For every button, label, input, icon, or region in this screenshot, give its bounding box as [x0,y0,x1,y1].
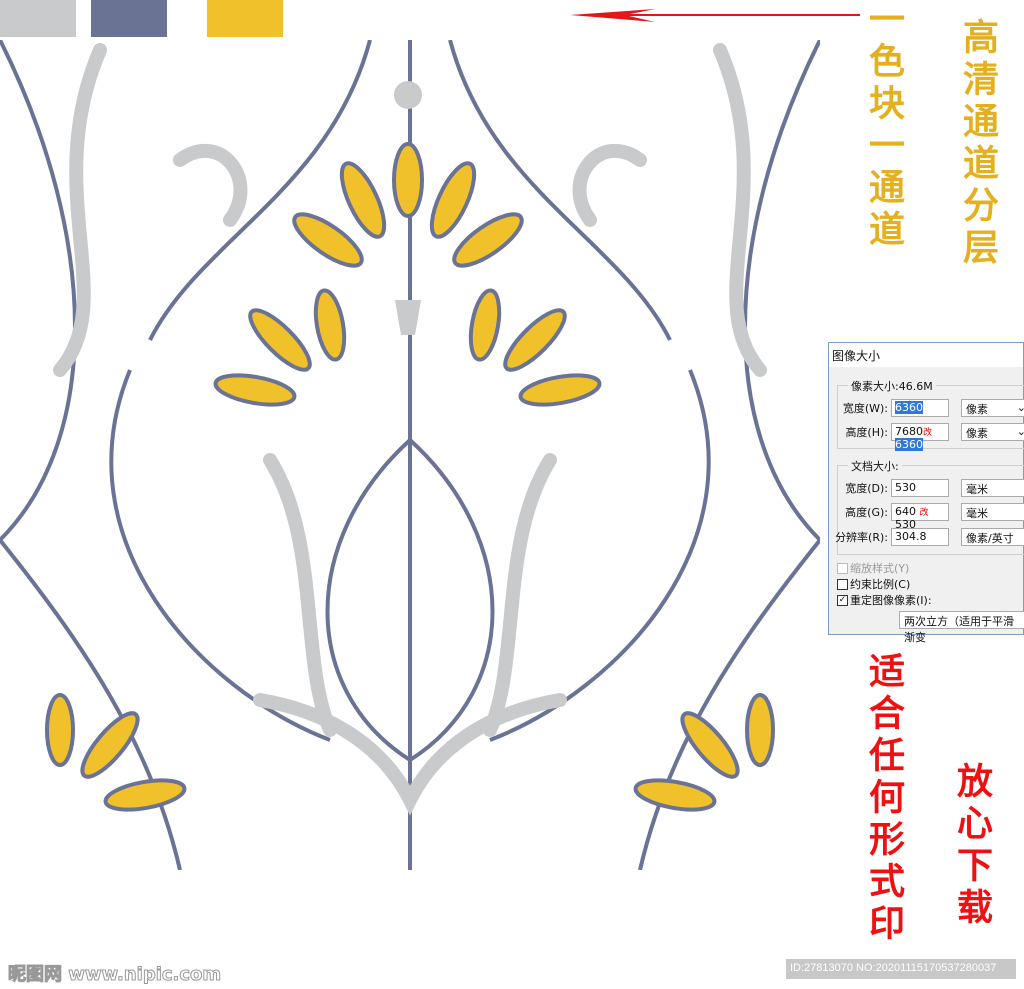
doc-width-unit-select[interactable]: 毫米 [961,479,1024,497]
slate-swatch [91,0,167,37]
width-input[interactable]: 6360 [891,399,949,417]
height-label: 高度(H): [845,426,888,439]
dialog-title: 图像大小 [829,343,1023,367]
watermark: 昵图网 www.nipic.com [7,964,222,986]
arrow-left-icon [570,9,860,22]
scale-styles-checkbox[interactable]: 缩放样式(Y) [837,560,909,576]
height-input[interactable]: 7680改6360 [891,423,949,451]
height-unit-select[interactable]: 像素 ⌄ [961,423,1024,441]
yellow-swatch [207,0,283,37]
doc-width-label: 宽度(D): [845,482,888,495]
doc-height-input[interactable]: 640 改 530 [891,503,949,531]
doc-group-label: 文档大小: [848,458,902,474]
pixel-group-label: 像素大小:46.6M [848,378,936,394]
doc-height-unit-select[interactable]: 毫米 [961,503,1024,521]
resample-checkbox[interactable]: ✓ 重定图像像素(I): [837,592,932,608]
image-id-bar: ID:27813070 NO:20201115170537280037 [786,959,1016,979]
image-size-dialog: 图像大小 像素大小:46.6M 宽度(W): 6360 像素 ⌄ 高度(H): … [828,342,1024,644]
resolution-unit-select[interactable]: 像素/英寸 [961,528,1024,546]
doc-width-input[interactable]: 530 [891,479,949,497]
doc-height-label: 高度(G): [845,506,888,519]
resolution-input[interactable]: 304.8 [891,528,949,546]
constrain-proportions-checkbox[interactable]: 约束比例(C) [837,576,910,592]
width-label: 宽度(W): [842,402,888,415]
channel-note: 一色块一通道 [863,0,905,252]
gray-swatch [0,0,76,37]
width-unit-select[interactable]: 像素 ⌄ [961,399,1024,417]
ornamental-pattern [0,40,820,870]
download-note: 放心下载 [951,762,993,930]
print-note: 适合任何形式印 [863,652,905,946]
resample-method-select[interactable]: 两次立方（适用于平滑渐变 [899,611,1024,644]
layer-note: 高清通道分层 [957,18,999,270]
resolution-label: 分辨率(R): [835,531,888,544]
